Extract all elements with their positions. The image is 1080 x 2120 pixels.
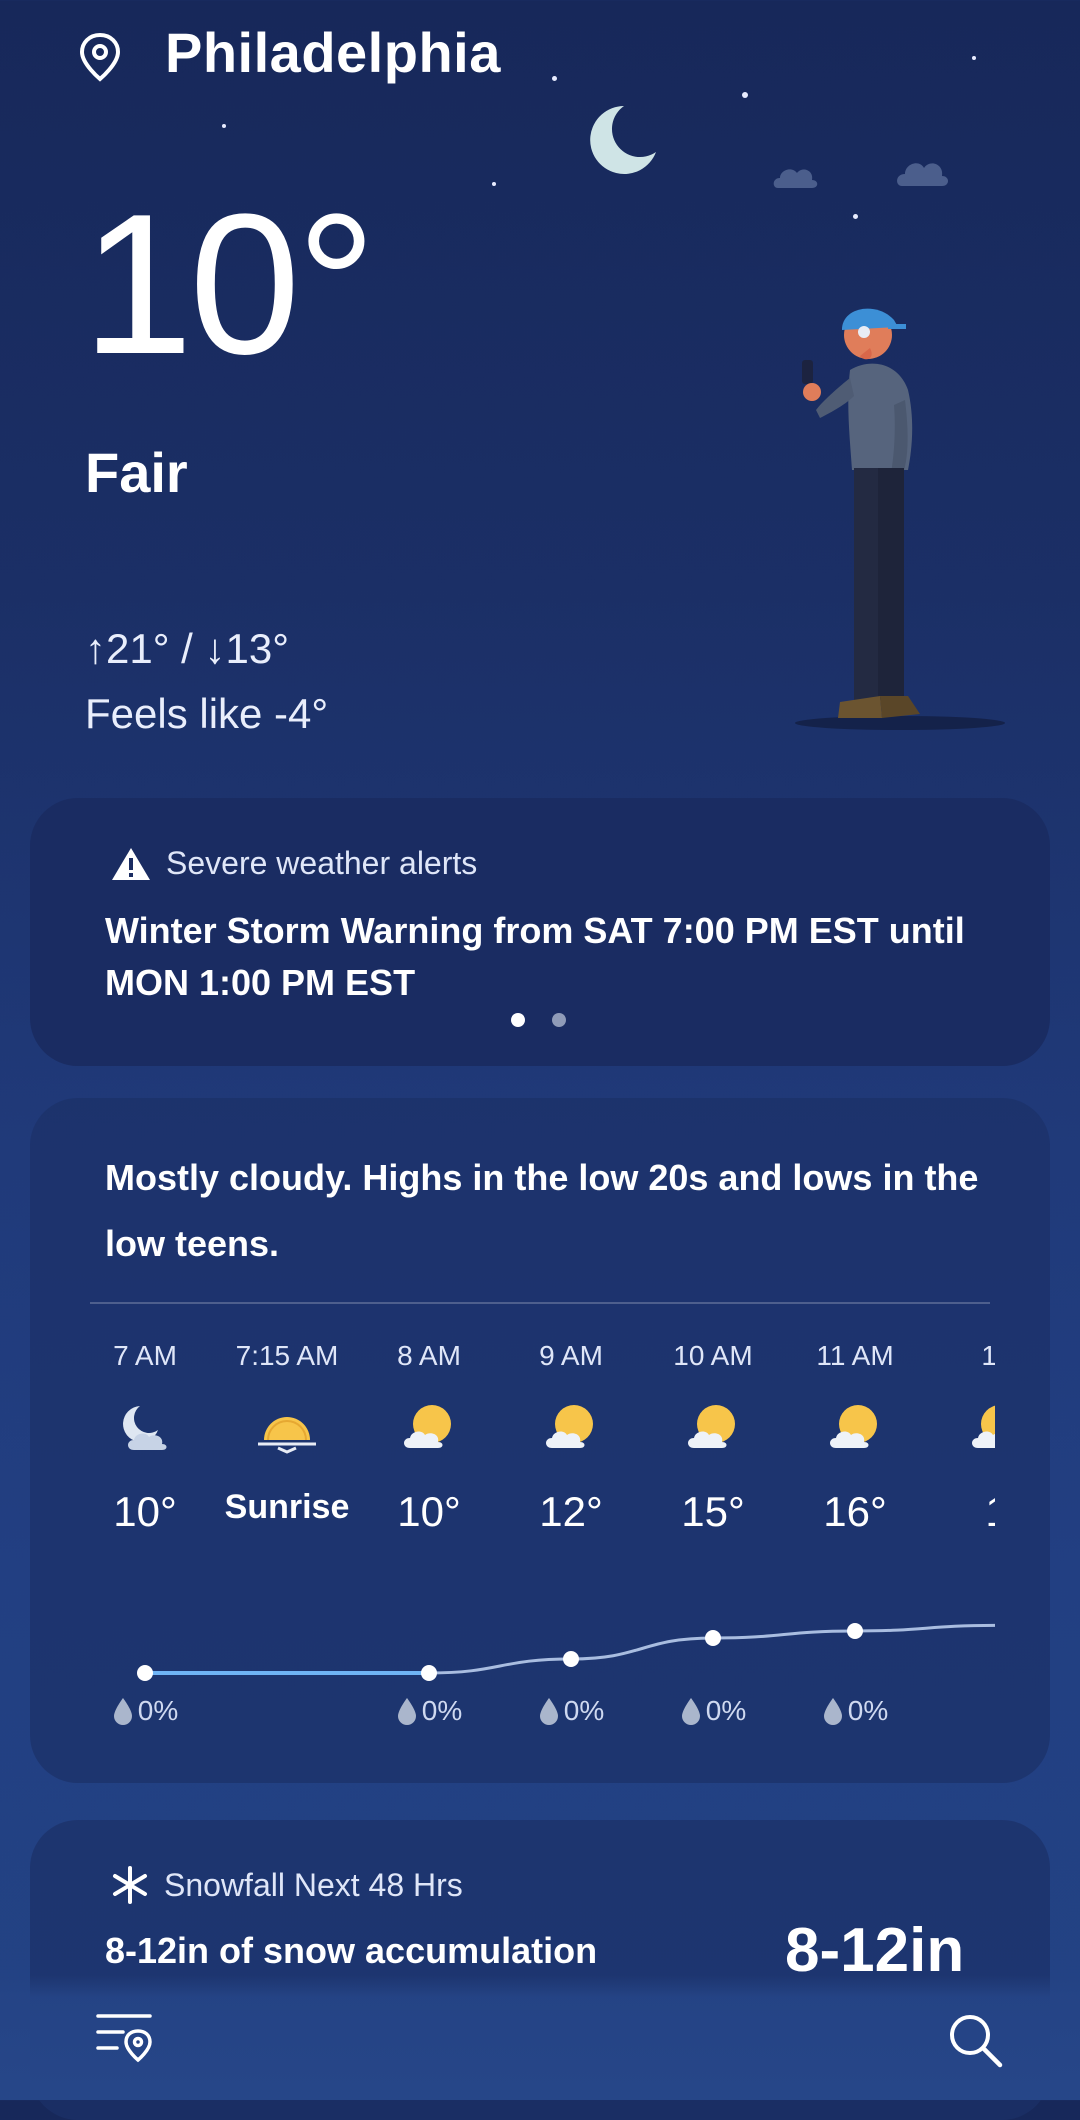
temperature-point (421, 1665, 437, 1681)
carousel-indicator-active[interactable] (511, 1013, 525, 1027)
carousel-indicator[interactable] (552, 1013, 566, 1027)
temperature-point (847, 1623, 863, 1639)
locations-menu-icon[interactable] (95, 2010, 153, 2064)
star-icon (742, 92, 748, 98)
star-icon (222, 124, 226, 128)
current-temperature: 10° (82, 173, 376, 396)
star-icon (853, 214, 858, 219)
alert-text: Winter Storm Warning from SAT 7:00 PM ES… (105, 910, 965, 1003)
star-icon (552, 76, 557, 81)
person-illustration (795, 308, 1005, 730)
moon-icon (590, 106, 656, 174)
divider (90, 1302, 990, 1304)
search-icon[interactable] (945, 2010, 1005, 2070)
snowflake-icon (113, 1866, 147, 1904)
star-icon (492, 182, 496, 186)
temperature-point (137, 1665, 153, 1681)
temperature-trend-line (137, 1623, 995, 1681)
alert-heading-label: Severe weather alerts (166, 845, 478, 881)
cloud-icon (897, 163, 948, 186)
high-low-temperature: ↑21° / ↓13° (85, 625, 290, 672)
temperature-point (563, 1651, 579, 1667)
snowfall-heading-label: Snowfall Next 48 Hrs (164, 1866, 463, 1903)
snowfall-heading: Snowfall Next 48 Hrs (110, 1865, 463, 1905)
temperature-point (705, 1630, 721, 1646)
alert-heading: Severe weather alerts (110, 845, 477, 882)
bottom-bar (0, 1975, 1080, 2100)
warning-icon (112, 847, 150, 880)
hourly-forecast-strip[interactable]: 7 AM 10° 0% 7:15 AM Sunrise 8 AM 10° 0% 9 AM 12° 0… (85, 1340, 995, 1740)
feels-like-temperature: Feels like -4° (85, 690, 329, 737)
current-condition: Fair (85, 441, 188, 504)
forecast-summary: Mostly cloudy. Highs in the low 20s and … (105, 1157, 979, 1264)
star-icon (972, 56, 976, 60)
snowfall-text: 8-12in of snow accumulation (105, 1930, 598, 1971)
cloud-icon (773, 169, 818, 188)
